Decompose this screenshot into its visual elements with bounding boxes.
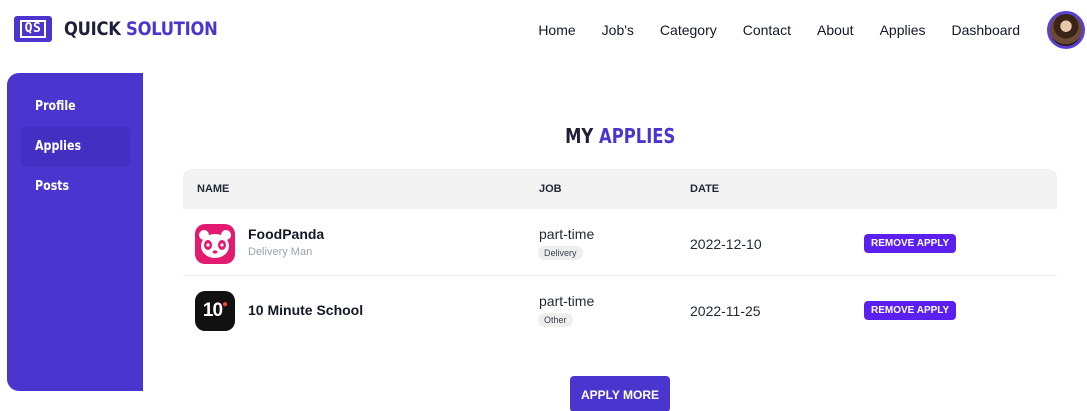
category-badge: Other: [538, 313, 573, 327]
foodpanda-logo-icon: [195, 224, 235, 264]
company-name: 10 Minute School: [248, 302, 364, 318]
brand-logo[interactable]: QS QUICK SOLUTION: [14, 16, 243, 42]
job-type: part-time: [539, 293, 595, 309]
nav-jobs[interactable]: Job's: [602, 22, 634, 38]
sidebar-item-profile[interactable]: Profile: [21, 87, 130, 127]
sidebar-item-posts[interactable]: Posts: [21, 167, 130, 207]
brand-name: QUICK SOLUTION: [64, 18, 218, 40]
company-name: FoodPanda: [248, 226, 325, 242]
header-job: JOB: [539, 183, 562, 195]
remove-apply-button[interactable]: REMOVE APPLY: [864, 301, 957, 320]
dashboard-sidebar: Profile Applies Posts: [7, 73, 143, 391]
main-nav: Home Job's Category Contact About Applie…: [512, 22, 1020, 38]
sidebar-item-applies[interactable]: Applies: [21, 127, 130, 167]
page-title: MY APPLIES: [564, 124, 676, 148]
nav-dashboard[interactable]: Dashboard: [952, 22, 1021, 38]
header-date: DATE: [690, 183, 720, 195]
nav-about[interactable]: About: [817, 22, 854, 38]
table-row: 10 ● 10 Minute School part-time Other 202…: [183, 276, 1057, 343]
table-header: NAME JOB DATE: [183, 169, 1057, 209]
nav-category[interactable]: Category: [660, 22, 717, 38]
table-row: FoodPanda Delivery Man part-time Deliver…: [183, 209, 1057, 276]
apply-more-button[interactable]: APPLY MORE: [570, 376, 670, 411]
qs-logo-icon: QS: [14, 16, 52, 42]
top-navbar: QS QUICK SOLUTION Home Job's Category Co…: [0, 0, 1087, 62]
10-minute-school-logo-icon: 10 ●: [195, 291, 235, 331]
category-badge: Delivery: [538, 246, 583, 260]
apply-date: 2022-12-10: [690, 236, 762, 252]
header-name: NAME: [197, 183, 230, 195]
remove-apply-button[interactable]: REMOVE APPLY: [864, 234, 957, 253]
user-avatar[interactable]: [1047, 11, 1085, 49]
nav-applies[interactable]: Applies: [880, 22, 926, 38]
applies-table: NAME JOB DATE FoodPanda Delivery Man par…: [183, 169, 1057, 343]
nav-contact[interactable]: Contact: [743, 22, 791, 38]
nav-home[interactable]: Home: [538, 22, 575, 38]
position-title: Delivery Man: [248, 246, 313, 258]
job-type: part-time: [539, 226, 595, 242]
apply-date: 2022-11-25: [690, 303, 761, 319]
